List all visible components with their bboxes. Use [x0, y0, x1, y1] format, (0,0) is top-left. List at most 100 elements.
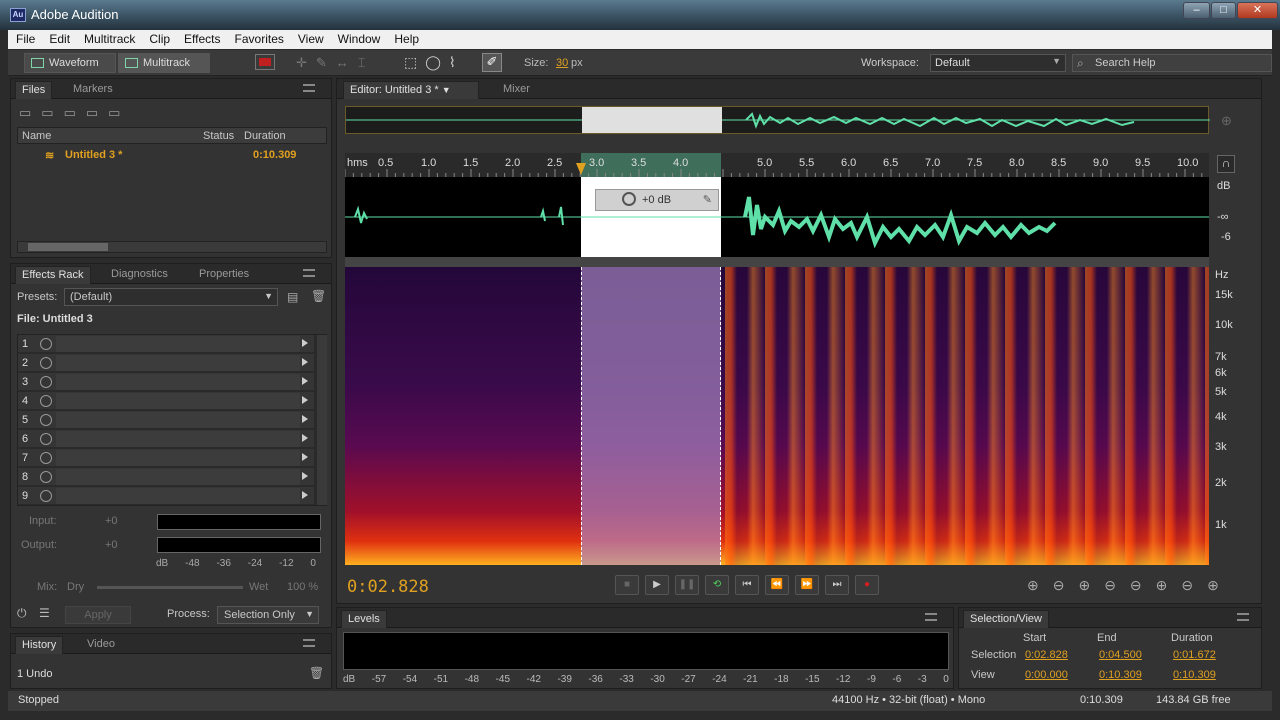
effect-slot[interactable]: 2: [18, 354, 314, 372]
input-value[interactable]: +0: [105, 515, 118, 527]
chevron-right-icon[interactable]: [302, 415, 308, 423]
slot-field[interactable]: [56, 469, 300, 485]
view-end[interactable]: 0:10.309: [1099, 669, 1142, 681]
tab-levels[interactable]: Levels: [341, 610, 387, 628]
menu-multitrack[interactable]: Multitrack: [76, 30, 141, 46]
selection-duration[interactable]: 0:01.672: [1173, 649, 1216, 661]
pause-icon[interactable]: ❚❚: [675, 575, 699, 595]
spot-healing-brush-icon[interactable]: ✐: [482, 53, 502, 72]
panel-menu-icon[interactable]: [925, 613, 937, 621]
save-preset-icon[interactable]: ▤: [287, 290, 298, 304]
mix-slider[interactable]: [97, 586, 243, 589]
play-icon[interactable]: ▶: [645, 575, 669, 595]
pin-icon[interactable]: ✎: [703, 193, 712, 206]
time-display[interactable]: 0:02.828: [347, 577, 429, 597]
effect-slot[interactable]: 3: [18, 373, 314, 391]
menu-window[interactable]: Window: [330, 30, 387, 46]
tab-markers[interactable]: Markers: [67, 81, 119, 99]
slot-field[interactable]: [56, 374, 300, 390]
list-icon[interactable]: ☰: [39, 606, 50, 620]
chevron-right-icon[interactable]: [302, 396, 308, 404]
menu-clip[interactable]: Clip: [141, 30, 176, 46]
chevron-right-icon[interactable]: [302, 472, 308, 480]
effect-slot[interactable]: 5: [18, 411, 314, 429]
files-scrollbar[interactable]: [17, 241, 327, 253]
delete-preset-icon[interactable]: 🗑: [311, 289, 326, 303]
waveform-view[interactable]: +0 dB ✎: [345, 177, 1209, 257]
file-row[interactable]: ≋ Untitled 3 * 0:10.309: [17, 147, 327, 163]
go-to-end-icon[interactable]: ⏭: [825, 575, 849, 595]
trash-icon[interactable]: 🗑: [309, 666, 324, 680]
power-icon[interactable]: [40, 490, 52, 502]
chevron-right-icon[interactable]: [302, 491, 308, 499]
snap-icon[interactable]: ∩: [1217, 155, 1235, 173]
power-icon[interactable]: [40, 357, 52, 369]
search-help-input[interactable]: ⌕ Search Help: [1072, 54, 1272, 72]
panel-menu-icon[interactable]: [303, 639, 315, 647]
col-duration[interactable]: Duration: [244, 130, 286, 142]
spectral-display-button[interactable]: [255, 54, 275, 70]
close-button[interactable]: ✕: [1237, 2, 1278, 19]
slot-field[interactable]: [56, 488, 300, 504]
effect-slot[interactable]: 9: [18, 487, 314, 505]
tab-diagnostics[interactable]: Diagnostics: [105, 266, 174, 284]
slots-scrollbar[interactable]: [317, 335, 327, 505]
power-toggle-icon[interactable]: ⏻: [17, 606, 27, 621]
overview-bar[interactable]: [345, 106, 1210, 134]
fast-forward-icon[interactable]: ⏩: [795, 575, 819, 595]
effect-slot[interactable]: 1: [18, 335, 314, 353]
go-to-start-icon[interactable]: ⏮: [735, 575, 759, 595]
tab-selection-view[interactable]: Selection/View: [963, 610, 1049, 628]
hud-volume[interactable]: +0 dB ✎: [595, 189, 719, 211]
loop-icon[interactable]: ⟲: [705, 575, 729, 595]
history-item[interactable]: 1 Undo: [17, 668, 52, 680]
menu-favorites[interactable]: Favorites: [227, 30, 290, 46]
slot-field[interactable]: [56, 431, 300, 447]
slot-field[interactable]: [56, 450, 300, 466]
menu-file[interactable]: File: [8, 30, 41, 46]
file-action-icons[interactable]: ▭▭▭▭▭: [19, 105, 130, 121]
tab-editor[interactable]: Editor: Untitled 3 * ▼: [343, 81, 479, 99]
menu-view[interactable]: View: [290, 30, 330, 46]
effect-slot[interactable]: 8: [18, 468, 314, 486]
power-icon[interactable]: [40, 376, 52, 388]
power-icon[interactable]: [40, 433, 52, 445]
record-icon[interactable]: ●: [855, 575, 879, 595]
view-start[interactable]: 0:00.000: [1025, 669, 1068, 681]
multitrack-button[interactable]: Multitrack: [118, 53, 210, 73]
effect-slot[interactable]: 7: [18, 449, 314, 467]
tab-files[interactable]: Files: [15, 81, 53, 99]
tab-effects-rack[interactable]: Effects Rack: [15, 266, 91, 284]
workspace-select[interactable]: Default ▼: [930, 54, 1066, 72]
slot-field[interactable]: [56, 412, 300, 428]
size-value[interactable]: 30: [556, 57, 568, 69]
col-status[interactable]: Status: [203, 130, 234, 142]
selection-tool-icons[interactable]: ⬚◯⌇: [404, 54, 464, 71]
selection-start[interactable]: 0:02.828: [1025, 649, 1068, 661]
power-icon[interactable]: [40, 471, 52, 483]
time-ruler[interactable]: hms 0.5 1.0 1.5 2.0 2.5 3.0 3.5 4.0 5.0 5.5 6.0 6.5 7…: [345, 153, 1209, 177]
chevron-right-icon[interactable]: [302, 339, 308, 347]
output-value[interactable]: +0: [105, 539, 118, 551]
process-select[interactable]: Selection Only ▼: [217, 606, 319, 624]
effect-slot[interactable]: 4: [18, 392, 314, 410]
menu-edit[interactable]: Edit: [41, 30, 76, 46]
chevron-right-icon[interactable]: [302, 453, 308, 461]
panel-menu-icon[interactable]: [303, 84, 315, 92]
slot-field[interactable]: [56, 393, 300, 409]
slot-field[interactable]: [56, 355, 300, 371]
selection-end[interactable]: 0:04.500: [1099, 649, 1142, 661]
presets-select[interactable]: (Default) ▼: [64, 288, 278, 306]
chevron-right-icon[interactable]: [302, 358, 308, 366]
tab-properties[interactable]: Properties: [193, 266, 255, 284]
tab-video[interactable]: Video: [81, 636, 121, 654]
power-icon[interactable]: [40, 338, 52, 350]
power-icon[interactable]: [40, 395, 52, 407]
panel-menu-icon[interactable]: [1237, 613, 1249, 621]
spectral-selection[interactable]: [581, 267, 721, 565]
zoom-overview-icon[interactable]: ⊕: [1221, 113, 1232, 129]
power-icon[interactable]: [40, 414, 52, 426]
stop-icon[interactable]: ■: [615, 575, 639, 595]
menu-effects[interactable]: Effects: [176, 30, 226, 46]
tab-history[interactable]: History: [15, 636, 64, 654]
